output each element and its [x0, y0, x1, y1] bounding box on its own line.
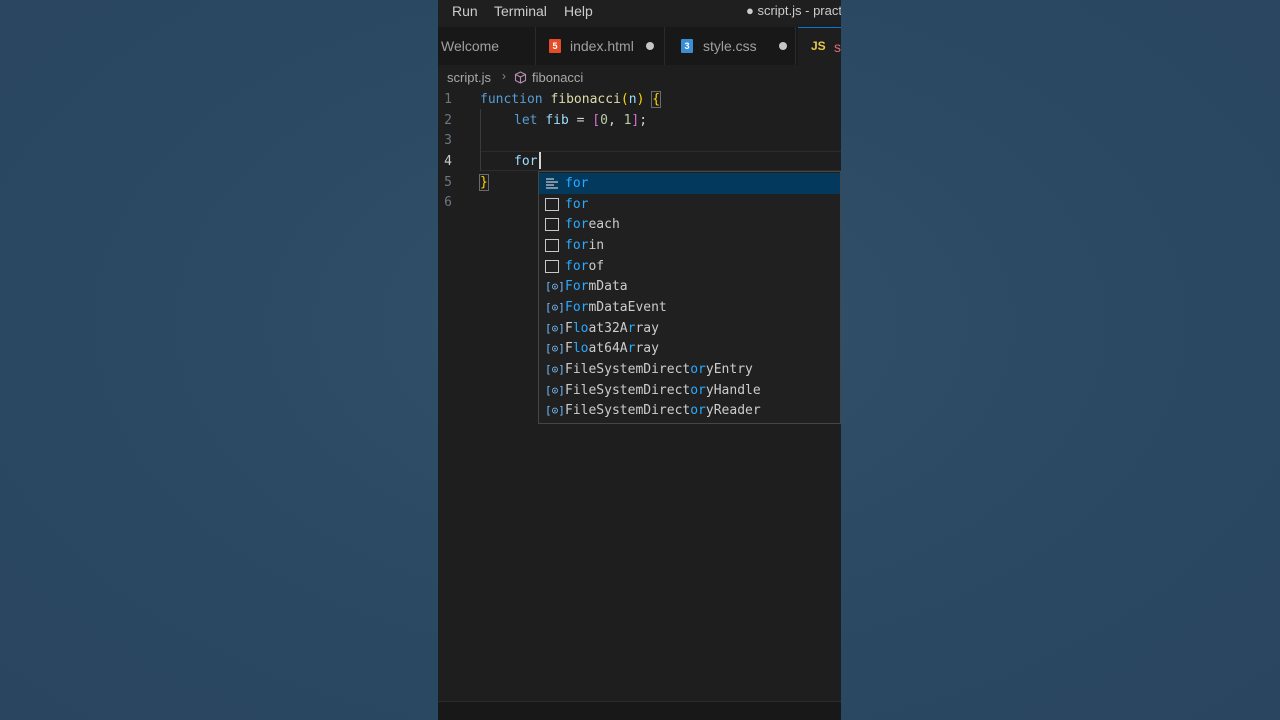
variable-icon: [⊙]: [545, 404, 565, 417]
snippet-square-icon: [545, 218, 559, 231]
variable-icon: [⊙]: [545, 342, 565, 355]
suggestion-item[interactable]: [⊙] Float64Array: [539, 338, 840, 359]
tab-script-js[interactable]: JS s: [798, 27, 841, 65]
breadcrumb-separator: ›: [502, 69, 506, 83]
suggestion-label: FileSystemDirectoryReader: [565, 403, 761, 418]
js-file-icon: JS: [811, 39, 826, 53]
breadcrumb: script.js › fibonacci: [438, 66, 841, 88]
typed-text: for: [514, 154, 538, 169]
suggestion-item[interactable]: [⊙] Float32Array: [539, 318, 840, 339]
code-line-4: for: [514, 154, 537, 169]
suggestion-item[interactable]: foreach: [539, 214, 840, 235]
variable-icon: [⊙]: [545, 322, 565, 335]
variable-icon: [⊙]: [545, 363, 565, 376]
breadcrumb-file[interactable]: script.js: [447, 70, 491, 85]
suggestion-label: FormDataEvent: [565, 300, 667, 315]
suggestion-item[interactable]: [⊙] FormData: [539, 276, 840, 297]
unsaved-dot-icon[interactable]: [646, 42, 654, 50]
suggestion-item[interactable]: for: [539, 194, 840, 215]
variable-icon: [⊙]: [545, 384, 565, 397]
variable-icon: [⊙]: [545, 280, 565, 293]
suggestion-item[interactable]: [⊙] FileSystemDirectoryHandle: [539, 380, 840, 401]
line-number: 6: [444, 195, 452, 210]
suggestion-item[interactable]: for: [539, 173, 840, 194]
css3-icon: 3: [681, 39, 693, 53]
suggestion-label: for: [565, 197, 589, 212]
paren: (: [620, 92, 629, 107]
status-bar: [438, 701, 841, 720]
menu-terminal[interactable]: Terminal: [494, 3, 547, 19]
semicolon: ;: [639, 113, 648, 128]
snippet-square-icon: [545, 260, 559, 273]
cube-icon: [514, 71, 527, 84]
bracket: [: [592, 113, 601, 128]
tab-label: s: [834, 39, 841, 55]
number: 0: [600, 113, 608, 128]
suggestion-item[interactable]: forin: [539, 235, 840, 256]
operator: =: [576, 113, 585, 128]
suggestion-label: foreach: [565, 217, 620, 232]
suggestion-label: forin: [565, 238, 605, 253]
suggestion-item[interactable]: [⊙] FileSystemDirectoryReader: [539, 400, 840, 421]
line-number-current: 4: [444, 154, 452, 169]
variable-icon: [⊙]: [545, 301, 565, 314]
unsaved-dot-icon[interactable]: [779, 42, 787, 50]
function-name: fibonacci: [550, 92, 621, 107]
suggestion-label: Float64Array: [565, 341, 659, 356]
suggestion-item[interactable]: forof: [539, 256, 840, 277]
indent-guide: [480, 109, 481, 171]
suggestion-label: for: [565, 176, 589, 191]
suggestion-widget: for for foreach forin forof [⊙] FormData…: [538, 171, 841, 424]
tab-label: Welcome: [441, 38, 500, 54]
tab-index-html[interactable]: 5 index.html: [536, 27, 665, 65]
code-line-5: }: [479, 174, 489, 191]
menu-run[interactable]: Run: [452, 3, 478, 19]
suggestion-label: FileSystemDirectoryHandle: [565, 383, 761, 398]
breadcrumb-symbol[interactable]: fibonacci: [532, 70, 583, 85]
suggestion-label: FormData: [565, 279, 628, 294]
html5-icon: 5: [549, 39, 561, 53]
code-line-1: function fibonacci(n) {: [480, 91, 662, 108]
tab-bar: Welcome 5 index.html 3 style.css JS s: [438, 27, 841, 65]
window-title: ● script.js - pract: [746, 3, 841, 18]
tab-label: style.css: [703, 38, 757, 54]
suggestion-item[interactable]: [⊙] FileSystemDirectoryEntry: [539, 359, 840, 380]
parameter: n: [628, 92, 637, 107]
paren: ): [636, 92, 645, 107]
suggestion-label: Float32Array: [565, 321, 659, 336]
suggestion-item[interactable]: [⊙] FormDataEvent: [539, 297, 840, 318]
menu-help[interactable]: Help: [564, 3, 593, 19]
brace: {: [651, 91, 662, 108]
line-number: 5: [444, 175, 452, 190]
comma: ,: [607, 113, 616, 128]
line-number: 1: [444, 92, 452, 107]
suggestion-label: forof: [565, 259, 605, 274]
brace: }: [479, 174, 489, 191]
menu-bar: Run Terminal Help ● script.js - pract: [438, 0, 841, 24]
text-cursor: [539, 152, 541, 169]
snippet-square-icon: [545, 239, 559, 252]
suggestion-label: FileSystemDirectoryEntry: [565, 362, 753, 377]
snippet-square-icon: [545, 198, 559, 211]
snippet-lines-icon: [545, 177, 559, 190]
line-number: 3: [444, 133, 452, 148]
variable: fib: [545, 113, 569, 128]
keyword: function: [480, 92, 543, 107]
tab-welcome[interactable]: Welcome: [438, 27, 536, 65]
tab-style-css[interactable]: 3 style.css: [665, 27, 796, 65]
tab-label: index.html: [570, 38, 634, 54]
code-line-2: let fib = [0, 1];: [514, 113, 647, 128]
keyword: let: [514, 113, 538, 128]
line-number: 2: [444, 113, 452, 128]
